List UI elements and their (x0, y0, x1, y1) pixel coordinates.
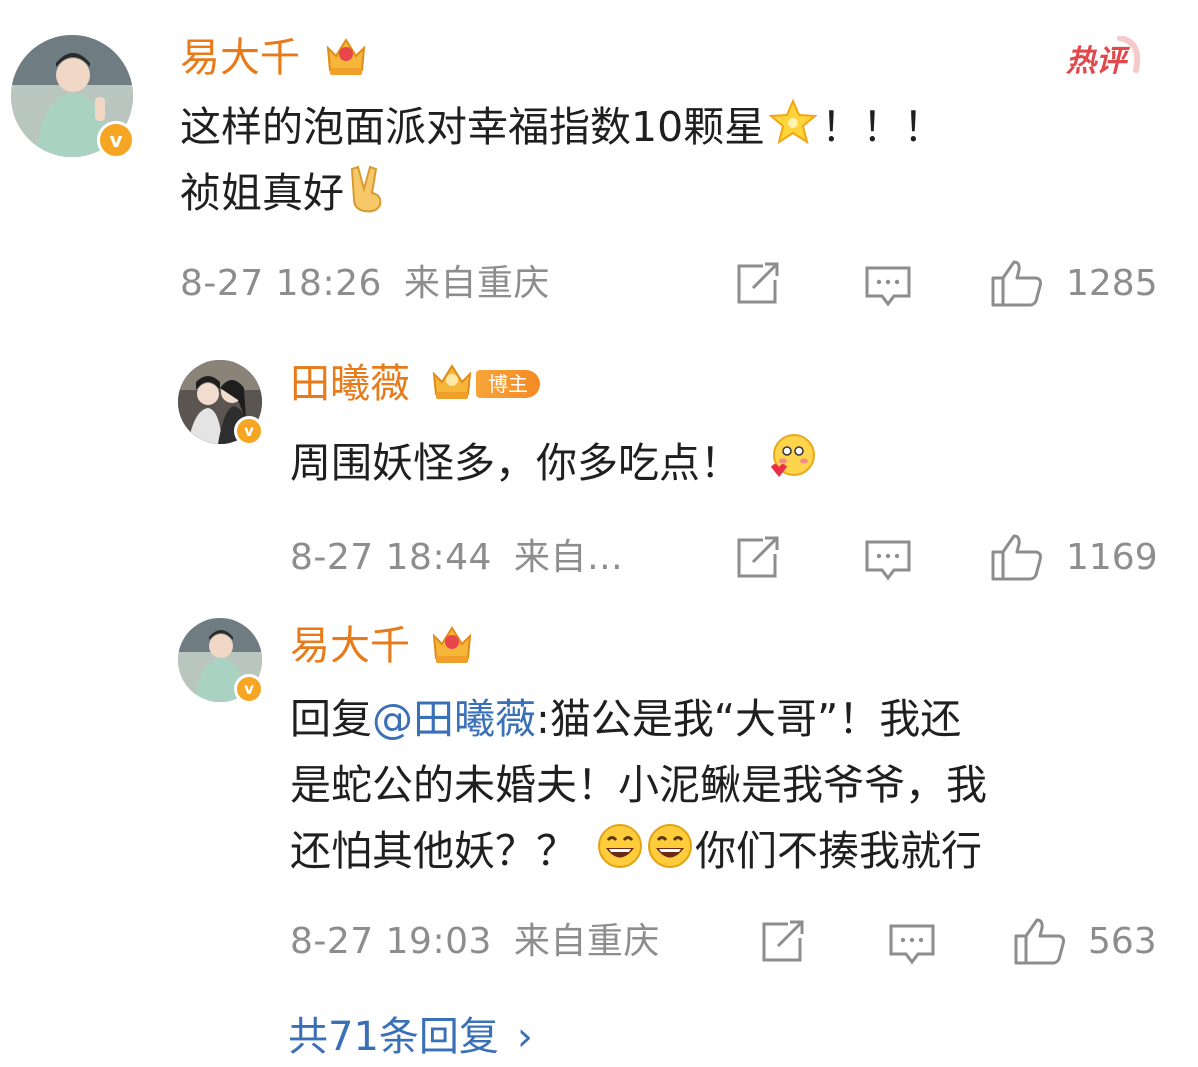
crown-icon (326, 38, 366, 75)
avatar-yidaqian[interactable]: v (178, 618, 264, 704)
reply-1-meta: 8-27 18:44 来自… (290, 536, 623, 580)
verified-icon: v (97, 121, 135, 159)
comment-text: 这样的泡面派对幸福指数10颗星 ！！！ 祯姐真好 (180, 94, 1140, 226)
reply-2-time: 8-27 19:03 (290, 921, 492, 962)
crown-icon (432, 626, 472, 663)
star-emoji (768, 98, 818, 145)
reply-1-time: 8-27 18:44 (290, 537, 492, 578)
reply-2-text: 回复@田曦薇:猫公是我“大哥”！我还 是蛇公的未婚夫！小泥鳅是我爷爷，我 还怕其… (290, 695, 987, 875)
view-more-replies-link[interactable]: 共71条回复 › (288, 1004, 533, 1062)
reply-2-like-count: 563 (1088, 921, 1157, 962)
mention-link[interactable]: @田曦薇 (372, 695, 536, 743)
comment-meta: 8-27 18:26 来自重庆 (180, 262, 550, 306)
hot-comment-badge: 热评 (1062, 36, 1146, 79)
blogger-tag: 博主 (430, 362, 542, 404)
blogger-tag-label: 博主 (476, 370, 540, 398)
reply-2-meta: 8-27 19:03 来自重庆 (290, 920, 660, 964)
verified-icon: v (234, 416, 264, 446)
reply-1-like-count: 1169 (1066, 537, 1158, 578)
chevron-right-icon: › (516, 1014, 533, 1060)
comment-like-count: 1285 (1066, 263, 1158, 304)
verified-icon: v (234, 674, 264, 704)
more-replies-label: 共71条回复 (288, 1014, 499, 1060)
blush-emoji (771, 434, 815, 477)
share-icon[interactable] (760, 920, 808, 964)
comment-location: 来自重庆 (403, 263, 550, 304)
share-icon[interactable] (735, 536, 783, 580)
reply-1-author[interactable]: 田曦薇 (290, 360, 410, 408)
avatar-tianxiwei[interactable]: v (178, 360, 264, 446)
comment-icon[interactable] (864, 538, 912, 582)
comment-time: 8-27 18:26 (180, 263, 382, 304)
comment-icon[interactable] (888, 922, 936, 966)
reply-1-text: 周围妖怪多，你多吃点！ (290, 430, 1170, 496)
like-icon[interactable] (1013, 916, 1069, 966)
victory-hand-emoji (350, 165, 382, 213)
reply-2-author[interactable]: 易大千 (290, 622, 410, 670)
grin-emoji (648, 824, 692, 868)
reply-2-location: 来自重庆 (513, 921, 660, 962)
reply-1-location: 来自… (513, 537, 624, 578)
grin-emoji (598, 824, 642, 868)
like-icon[interactable] (990, 258, 1046, 308)
crown-icon (432, 364, 472, 399)
share-icon[interactable] (735, 262, 783, 306)
like-icon[interactable] (990, 532, 1046, 582)
comment-icon[interactable] (864, 264, 912, 308)
comment-author[interactable]: 易大千 (180, 34, 300, 82)
avatar-yidaqian[interactable]: v (11, 35, 135, 159)
